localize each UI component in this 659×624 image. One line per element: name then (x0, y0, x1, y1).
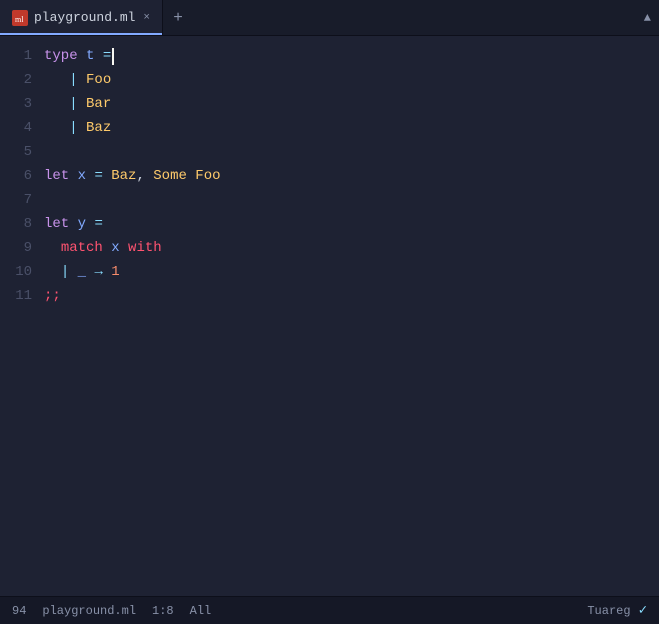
code-line-2: | Foo (44, 68, 659, 92)
status-right-area: Tuareg ✓ (587, 602, 647, 619)
token-pipe-4: | (69, 116, 77, 140)
line-num-8: 8 (8, 212, 32, 236)
file-icon: ml (12, 10, 28, 26)
line-num-10: 10 (8, 260, 32, 284)
token-Baz-1: Baz (86, 116, 111, 140)
line-num-11: 11 (8, 284, 32, 308)
token-semicolons: ;; (44, 284, 61, 308)
line-num-5: 5 (8, 140, 32, 164)
status-bar: 94 playground.ml 1:8 All Tuareg ✓ (0, 596, 659, 624)
token-pipe-3: | (69, 92, 77, 116)
status-check-icon: ✓ (639, 602, 647, 619)
token-Foo-2: Foo (195, 164, 220, 188)
editor-area: 1 2 3 4 5 6 7 8 9 10 11 type t = | Foo (0, 36, 659, 596)
token-with: with (128, 236, 162, 260)
code-editor[interactable]: type t = | Foo | Bar | Baz (44, 36, 659, 596)
cursor-icon-area: ▲ (644, 11, 659, 25)
code-line-5 (44, 140, 659, 164)
tab-filename: playground.ml (34, 10, 135, 25)
code-line-10: | _ → 1 (44, 260, 659, 284)
token-pipe-10: | (61, 260, 69, 284)
line-num-7: 7 (8, 188, 32, 212)
code-line-8: let y = (44, 212, 659, 236)
token-1: 1 (111, 260, 119, 284)
svg-text:ml: ml (15, 15, 24, 24)
code-line-7 (44, 188, 659, 212)
code-line-3: | Bar (44, 92, 659, 116)
token-eq-2: = (94, 164, 102, 188)
line-num-1: 1 (8, 44, 32, 68)
status-line-col: 1:8 (152, 604, 174, 618)
line-num-6: 6 (8, 164, 32, 188)
token-Baz-2: Baz (111, 164, 136, 188)
token-Foo-1: Foo (86, 68, 111, 92)
line-num-3: 3 (8, 92, 32, 116)
token-eq-3: = (94, 212, 102, 236)
token-eq: = (103, 44, 111, 68)
status-mode: Tuareg (587, 604, 630, 618)
text-cursor (112, 48, 114, 65)
status-encoding: 94 (12, 604, 26, 618)
code-line-11: ;; (44, 284, 659, 308)
token-match: match (61, 236, 103, 260)
line-num-2: 2 (8, 68, 32, 92)
line-numbers: 1 2 3 4 5 6 7 8 9 10 11 (0, 36, 44, 596)
code-line-9: match x with (44, 236, 659, 260)
code-line-6: let x = Baz , Some Foo (44, 164, 659, 188)
token-arrow: → (94, 260, 102, 284)
status-filename: playground.ml (42, 604, 136, 618)
token-x: x (78, 164, 86, 188)
token-t: t (86, 44, 94, 68)
token-Bar: Bar (86, 92, 111, 116)
tab-playground-ml[interactable]: ml playground.ml × (0, 0, 163, 35)
token-y: y (78, 212, 86, 236)
code-line-1: type t = (44, 44, 659, 68)
line-num-9: 9 (8, 236, 32, 260)
status-view: All (190, 604, 212, 618)
token-let-1: let (44, 164, 69, 188)
code-line-4: | Baz (44, 116, 659, 140)
new-tab-button[interactable]: + (163, 0, 193, 35)
token-let-2: let (44, 212, 69, 236)
token-wildcard: _ (78, 260, 86, 284)
token-pipe-2: | (69, 68, 77, 92)
tab-close-button[interactable]: × (143, 12, 150, 24)
token-x-2: x (111, 236, 119, 260)
token-Some: Some (153, 164, 187, 188)
tab-bar: ml playground.ml × + ▲ (0, 0, 659, 36)
token-type-kw: type (44, 44, 78, 68)
line-num-4: 4 (8, 116, 32, 140)
